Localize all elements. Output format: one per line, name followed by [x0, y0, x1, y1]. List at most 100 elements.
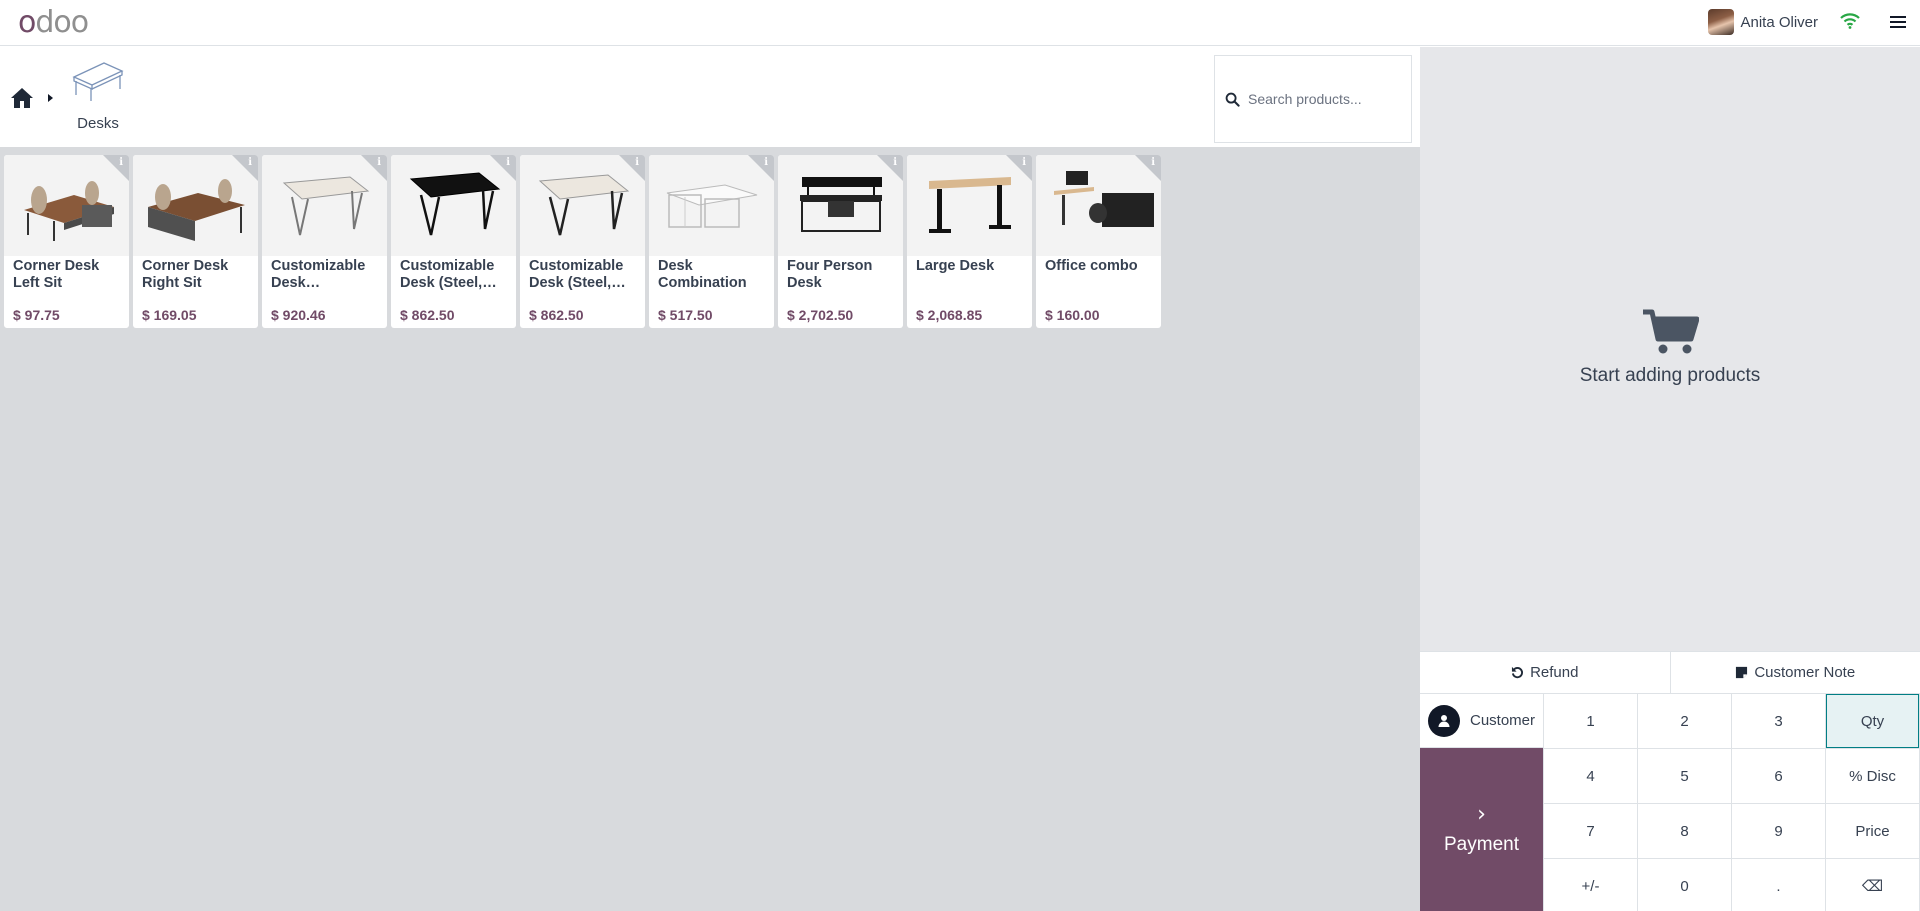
- search-input[interactable]: [1248, 91, 1408, 107]
- product-name: Large Desk: [916, 258, 995, 274]
- top-navbar: odoo Anita Oliver: [0, 0, 1920, 46]
- numpad-key-3[interactable]: 3: [1732, 694, 1825, 748]
- info-icon[interactable]: i: [506, 157, 510, 168]
- numpad-key-5[interactable]: 5: [1638, 749, 1731, 803]
- payment-button[interactable]: › Payment: [1420, 748, 1543, 911]
- search-box[interactable]: [1214, 55, 1412, 143]
- wifi-icon[interactable]: [1840, 12, 1860, 30]
- avatar: [1708, 9, 1735, 35]
- info-corner[interactable]: [877, 155, 903, 181]
- refund-button[interactable]: Refund: [1420, 652, 1671, 693]
- product-name: Desk Combination: [658, 258, 747, 291]
- user-menu[interactable]: Anita Oliver: [1708, 9, 1818, 35]
- customer-note-button[interactable]: Customer Note: [1670, 652, 1920, 693]
- info-corner[interactable]: [1135, 155, 1161, 181]
- info-icon[interactable]: i: [248, 157, 252, 168]
- numpad-key-0[interactable]: 0: [1638, 859, 1731, 911]
- numpad-key-7[interactable]: 7: [1544, 804, 1637, 858]
- user-name: Anita Oliver: [1740, 13, 1818, 31]
- customer-label: Customer: [1469, 712, 1536, 729]
- product-card[interactable]: i Desk Combination $ 517.50: [649, 155, 774, 328]
- product-price: $ 517.50: [658, 307, 713, 323]
- info-icon[interactable]: i: [1151, 157, 1155, 168]
- customer-button[interactable]: Customer: [1420, 694, 1543, 747]
- product-price: $ 920.46: [271, 307, 326, 323]
- numpad-key-2[interactable]: 2: [1638, 694, 1731, 748]
- backspace-icon[interactable]: ⌫: [1826, 859, 1919, 911]
- desk-icon: [72, 62, 124, 101]
- note-icon: [1736, 666, 1748, 679]
- numpad-key-8[interactable]: 8: [1638, 804, 1731, 858]
- product-price: $ 160.00: [1045, 307, 1100, 323]
- shopping-cart-icon: [1643, 309, 1699, 354]
- refund-label: Refund: [1530, 664, 1579, 681]
- info-icon[interactable]: i: [635, 157, 639, 168]
- category-desks[interactable]: Desks: [70, 57, 126, 132]
- numpad-key-6[interactable]: 6: [1732, 749, 1825, 803]
- numpad-key-price[interactable]: Price: [1826, 804, 1919, 858]
- info-icon[interactable]: i: [377, 157, 381, 168]
- info-corner[interactable]: [748, 155, 774, 181]
- breadcrumb-caret-icon: [48, 94, 53, 102]
- product-image: i: [391, 155, 516, 256]
- product-price: $ 862.50: [529, 307, 584, 323]
- numpad-key-discount[interactable]: % Disc: [1826, 749, 1919, 803]
- product-card[interactable]: i Corner Desk Right Sit $ 169.05: [133, 155, 258, 328]
- numpad-key-9[interactable]: 9: [1732, 804, 1825, 858]
- logo-letter: d: [35, 5, 54, 40]
- numpad-key-qty[interactable]: Qty: [1826, 694, 1919, 748]
- info-icon[interactable]: i: [1022, 157, 1026, 168]
- numpad: 1 2 3 Qty 4 5 6 % Disc 7 8 9 Price +/- 0…: [1544, 694, 1920, 911]
- menu-icon[interactable]: [1890, 14, 1906, 30]
- payment-label: Payment: [1444, 833, 1519, 855]
- product-card[interactable]: i Four Person Desk $ 2,702.50: [778, 155, 903, 328]
- info-corner[interactable]: [619, 155, 645, 181]
- product-name: Corner Desk Right Sit: [142, 258, 229, 291]
- home-icon[interactable]: [10, 87, 34, 109]
- category-bar: Desks: [0, 47, 1420, 151]
- user-icon: [1427, 704, 1460, 737]
- undo-icon: [1511, 666, 1524, 679]
- numpad-key-1[interactable]: 1: [1544, 694, 1637, 748]
- product-card[interactable]: i Large Desk $ 2,068.85: [907, 155, 1032, 328]
- info-corner[interactable]: [490, 155, 516, 181]
- product-image: i: [1036, 155, 1161, 256]
- empty-order-text: Start adding products: [1579, 365, 1761, 386]
- numpad-key-4[interactable]: 4: [1544, 749, 1637, 803]
- info-corner[interactable]: [1006, 155, 1032, 181]
- info-icon[interactable]: i: [764, 157, 768, 168]
- product-card[interactable]: i Corner Desk Left Sit $ 97.75: [4, 155, 129, 328]
- chevron-right-icon: ›: [1477, 801, 1486, 827]
- numpad-area: Customer › Payment 1 2 3 Qty 4 5 6 % Dis…: [1420, 693, 1920, 911]
- product-image: i: [520, 155, 645, 256]
- product-image: i: [133, 155, 258, 256]
- info-icon[interactable]: i: [893, 157, 897, 168]
- product-screen: Desks Search products... i Corner Desk L…: [0, 47, 1420, 911]
- product-name: Customizable Desk (Steel,…: [400, 258, 497, 291]
- customer-note-label: Customer Note: [1754, 664, 1856, 681]
- product-price: $ 2,702.50: [787, 307, 854, 323]
- category-label: Desks: [77, 115, 119, 132]
- product-list: i Corner Desk Left Sit $ 97.75 i Corner …: [4, 155, 1161, 328]
- product-name: Corner Desk Left Sit: [13, 258, 100, 291]
- info-corner[interactable]: [103, 155, 129, 181]
- product-image: i: [262, 155, 387, 256]
- product-card[interactable]: i Office combo $ 160.00: [1036, 155, 1161, 328]
- search-icon: [1225, 92, 1240, 107]
- product-price: $ 169.05: [142, 307, 197, 323]
- product-card[interactable]: i Customizable Desk… $ 920.46: [262, 155, 387, 328]
- logo-letter: o: [70, 5, 89, 40]
- info-corner[interactable]: [361, 155, 387, 181]
- order-panel: Start adding products Refund Customer No…: [1420, 47, 1920, 911]
- product-name: Four Person Desk: [787, 258, 873, 291]
- product-card[interactable]: i Customizable Desk (Steel,… $ 862.50: [520, 155, 645, 328]
- info-corner[interactable]: [232, 155, 258, 181]
- info-icon[interactable]: i: [119, 157, 123, 168]
- numpad-key-sign[interactable]: +/-: [1544, 859, 1637, 911]
- empty-order: Start adding products: [1420, 309, 1920, 387]
- product-image: i: [778, 155, 903, 256]
- control-buttons: Refund Customer Note: [1420, 651, 1920, 693]
- numpad-key-decimal[interactable]: .: [1732, 859, 1825, 911]
- product-card[interactable]: i Customizable Desk (Steel,… $ 862.50: [391, 155, 516, 328]
- product-price: $ 2,068.85: [916, 307, 983, 323]
